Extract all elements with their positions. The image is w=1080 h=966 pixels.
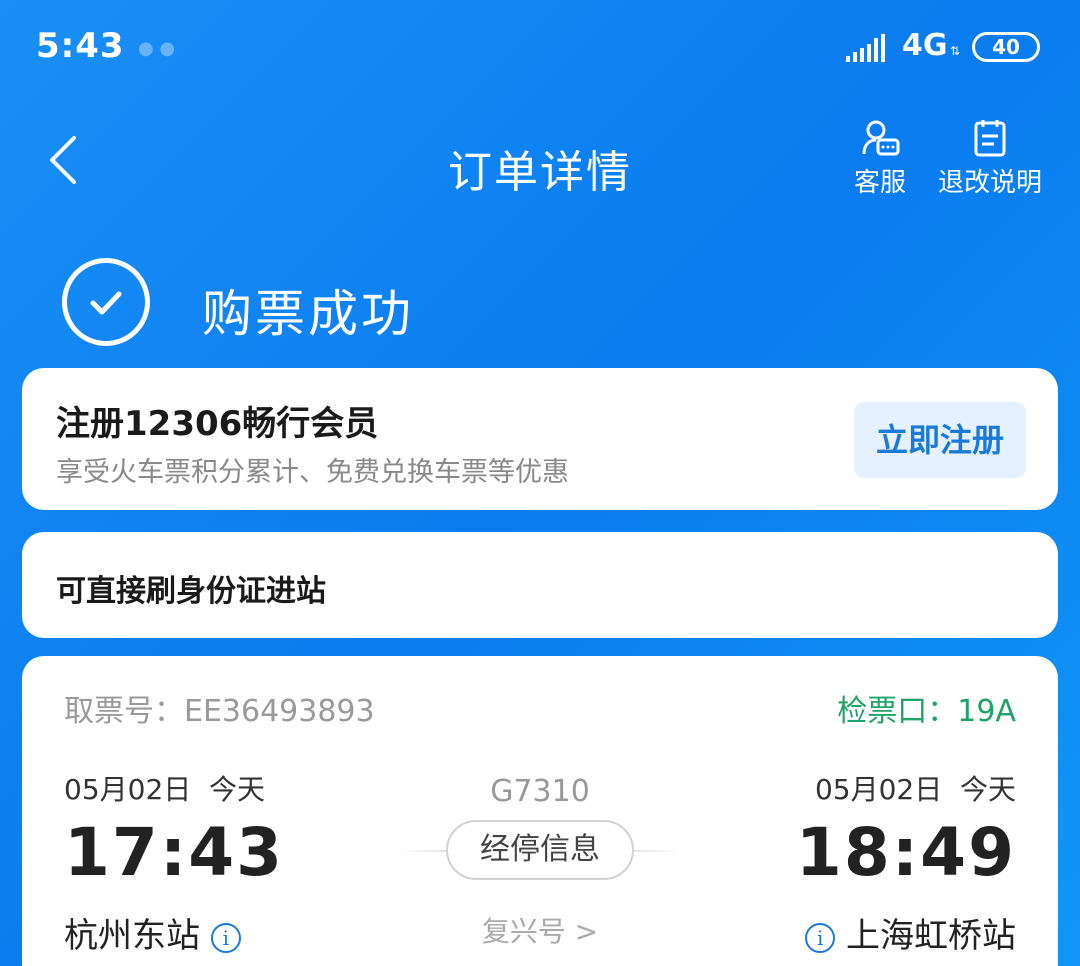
arrival-station-name: 上海虹桥站 <box>846 916 1016 956</box>
ticket-card: 取票号：EE36493893 检票口：19A 05月02日 今天 05月02日 … <box>22 656 1058 966</box>
check-circle-icon <box>62 258 150 346</box>
id-card-entry-card[interactable]: 可直接刷身份证进站 <box>22 532 1058 638</box>
ticket-number: 取票号：EE36493893 <box>64 694 375 729</box>
purchase-success-text: 购票成功 <box>202 285 414 343</box>
customer-service-label: 客服 <box>853 168 906 198</box>
notification-dots: ● ● <box>138 38 176 59</box>
register-button[interactable]: 立即注册 <box>854 402 1026 478</box>
status-bar: 5:43 ● ● 4G ⇅ 40 <box>0 0 1080 96</box>
data-arrows-icon: ⇅ <box>950 44 961 58</box>
train-number: G7310 <box>490 774 590 809</box>
membership-card: 注册12306畅行会员 享受火车票积分累计、免费兑换车票等优惠 立即注册 <box>22 368 1058 510</box>
membership-title: 注册12306畅行会员 <box>56 404 379 444</box>
customer-service-button[interactable]: 客服 <box>848 118 912 199</box>
arrival-station[interactable]: i 上海虹桥站 <box>805 908 1016 957</box>
nav-bar: 订单详情 客服 退改说明 <box>0 100 1080 220</box>
document-icon <box>974 120 1006 157</box>
stops-info-button[interactable]: 经停信息 <box>446 820 634 880</box>
id-card-entry-text: 可直接刷身份证进站 <box>56 574 326 609</box>
customer-service-icon <box>862 120 900 156</box>
info-icon[interactable]: i <box>805 922 836 953</box>
refund-policy-label: 退改说明 <box>937 168 1042 198</box>
network-type: 4G <box>902 28 948 63</box>
ticket-gate: 检票口：19A <box>837 694 1016 729</box>
departure-time: 17:43 <box>64 814 285 891</box>
signal-icon <box>846 34 885 62</box>
status-time: 5:43 <box>36 26 125 66</box>
membership-subtitle: 享受火车票积分累计、免费兑换车票等优惠 <box>56 457 569 488</box>
arrival-time: 18:49 <box>795 814 1016 891</box>
page-title: 订单详情 <box>448 147 632 198</box>
battery-indicator: 40 <box>972 32 1040 62</box>
refund-policy-button[interactable]: 退改说明 <box>930 118 1050 199</box>
